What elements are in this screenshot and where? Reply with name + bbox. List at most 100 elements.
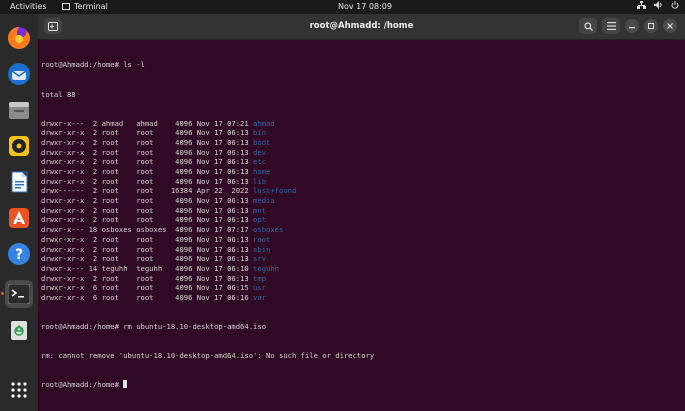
entry-meta: drwxr-x--- 18 osboxes osboxes 4096 Nov 1…: [41, 225, 254, 235]
header-bar: root@Ahmadd: /home: [38, 14, 685, 40]
listing-row: drwxr-xr-x 2 root root 4096 Nov 17 06:13…: [41, 274, 681, 284]
entry-meta: drwxr-xr-x 2 root root 4096 Nov 17 06:13: [41, 167, 254, 177]
entry-name: root: [253, 234, 271, 244]
listing-row: drwxr-x--- 14 teguhh teguhh 4096 Nov 17 …: [41, 264, 681, 274]
firefox-icon: [8, 27, 30, 49]
error-line: rm: cannot remove 'ubuntu-18.10-desktop-…: [41, 351, 375, 361]
entry-meta: drwxr-xr-x 2 root root 4096 Nov 17 06:13: [41, 196, 254, 206]
command: ls -l: [118, 60, 145, 70]
maximize-icon: [648, 23, 654, 29]
dock-rhythmbox[interactable]: [5, 132, 33, 160]
entry-name: lib: [253, 176, 267, 186]
running-indicator: [1, 292, 4, 295]
entry-name: lost+found: [253, 186, 297, 196]
listing-row: drwxr-xr-x 6 root root 4096 Nov 17 06:16…: [41, 293, 681, 303]
software-icon: [9, 208, 29, 228]
entry-name: media: [253, 196, 275, 206]
close-icon: [667, 23, 673, 29]
app-menu[interactable]: Terminal: [62, 2, 108, 11]
prompt: root@Ahmadd:/home#: [41, 380, 119, 390]
listing-row: drwx------ 2 root root 16384 Apr 22 2022…: [41, 186, 681, 196]
entry-name: tmp: [253, 273, 267, 283]
entry-meta: drwxr-xr-x 2 root root 4096 Nov 17 06:13: [41, 157, 254, 167]
help-icon: ?: [8, 243, 30, 265]
listing-row: drwxr-xr-x 6 root root 4096 Nov 17 06:15…: [41, 283, 681, 293]
dock-firefox[interactable]: [5, 24, 33, 52]
entry-meta: drwxr-xr-x 2 root root 4096 Nov 17 06:13: [41, 137, 254, 147]
listing-row: drwxr-xr-x 2 root root 4096 Nov 17 06:13…: [41, 128, 681, 138]
entry-meta: drwxr-xr-x 2 root root 4096 Nov 17 06:13: [41, 254, 254, 264]
listing-row: drwxr-xr-x 2 root root 4096 Nov 17 06:13…: [41, 167, 681, 177]
close-button[interactable]: [663, 19, 677, 33]
prompt: root@Ahmadd:/home#: [41, 60, 119, 70]
thunderbird-icon: [8, 63, 30, 85]
entry-meta: drwxr-x--- 14 teguhh teguhh 4096 Nov 17 …: [41, 263, 254, 273]
app-grid-icon: [11, 382, 27, 398]
dock-writer[interactable]: [5, 168, 33, 196]
trash-icon: [11, 321, 27, 340]
entry-name: mnt: [253, 205, 267, 215]
svg-text:?: ?: [15, 247, 23, 263]
dock-app-grid[interactable]: [5, 376, 33, 404]
entry-meta: drwxr-xr-x 2 root root 4096 Nov 17 06:13: [41, 244, 254, 254]
entry-meta: drwxr-xr-x 2 root root 4096 Nov 17 06:13: [41, 215, 254, 225]
system-status[interactable]: [637, 1, 679, 9]
listing-row: drwxr-xr-x 2 root root 4096 Nov 17 06:13…: [41, 196, 681, 206]
listing-row: drwxr-xr-x 2 root root 4096 Nov 17 06:13…: [41, 215, 681, 225]
terminal-window: root@Ahmadd: /home root@Ahmadd:/home# ls…: [38, 14, 685, 411]
listing-row: drwxr-xr-x 2 root root 4096 Nov 17 06:13…: [41, 177, 681, 187]
entry-meta: drwxr-xr-x 6 root root 4096 Nov 17 06:15: [41, 283, 254, 293]
entry-meta: drwxr-x--- 2 ahmad ahmad 4096 Nov 17 07:…: [41, 118, 254, 128]
app-name: Terminal: [74, 2, 108, 11]
maximize-button[interactable]: [644, 19, 658, 33]
dock-help[interactable]: ?: [5, 240, 33, 268]
minimize-icon: [629, 27, 635, 29]
entry-meta: drwxr-xr-x 2 root root 4096 Nov 17 06:13: [41, 234, 254, 244]
clock[interactable]: Nov 17 08:09: [338, 2, 392, 11]
entry-name: home: [253, 167, 271, 177]
listing-row: drwxr-xr-x 2 root root 4096 Nov 17 06:13…: [41, 148, 681, 158]
entry-meta: drwx------ 2 root root 16384 Apr 22 2022: [41, 186, 254, 196]
entry-name: boot: [253, 137, 271, 147]
entry-name: ahmad: [253, 118, 275, 128]
activities-button[interactable]: Activities: [10, 2, 47, 11]
hamburger-icon: [606, 22, 616, 30]
entry-name: dev: [253, 147, 267, 157]
dock-thunderbird[interactable]: [5, 60, 33, 88]
terminal-line: root@Ahmadd:/home# rm ubuntu-18.10-deskt…: [41, 322, 681, 332]
top-bar: Activities Terminal Nov 17 08:09: [0, 0, 685, 14]
terminal-small-icon: [62, 3, 70, 10]
dock-terminal[interactable]: [5, 280, 33, 308]
entry-name: usr: [253, 283, 267, 293]
entry-name: bin: [253, 128, 267, 138]
volume-icon: [654, 1, 662, 9]
writer-icon: [11, 171, 28, 193]
entry-meta: drwxr-xr-x 2 root root 4096 Nov 17 06:13: [41, 205, 254, 215]
listing-row: drwxr-x--- 2 ahmad ahmad 4096 Nov 17 07:…: [41, 119, 681, 129]
network-icon: [637, 1, 646, 9]
search-button[interactable]: [579, 18, 597, 34]
text-cursor: [123, 380, 128, 389]
minimize-button[interactable]: [625, 19, 639, 33]
entry-name: opt: [253, 215, 267, 225]
rhythmbox-icon: [9, 136, 29, 156]
entry-name: etc: [253, 157, 267, 167]
entry-meta: drwxr-xr-x 2 root root 4096 Nov 17 06:13: [41, 176, 254, 186]
dock-files[interactable]: [5, 96, 33, 124]
terminal-output[interactable]: root@Ahmadd:/home# ls -l total 88 drwxr-…: [41, 41, 681, 409]
entry-meta: drwxr-xr-x 6 root root 4096 Nov 17 06:16: [41, 292, 254, 302]
command: rm ubuntu-18.10-desktop-amd64.iso: [118, 322, 267, 332]
terminal-icon: [8, 284, 30, 304]
files-icon: [9, 102, 29, 119]
entry-name: teguhh: [253, 263, 280, 273]
entry-name: sbin: [253, 244, 271, 254]
dock-software[interactable]: [5, 204, 33, 232]
listing-row: drwxr-xr-x 2 root root 4096 Nov 17 06:13…: [41, 235, 681, 245]
menu-button[interactable]: [602, 18, 620, 34]
entry-name: srv: [253, 254, 267, 264]
dock: ?: [0, 14, 38, 411]
dock-trash[interactable]: [5, 316, 33, 344]
listing-row: drwxr-xr-x 2 root root 4096 Nov 17 06:13…: [41, 138, 681, 148]
entry-name: var: [253, 292, 267, 302]
listing-row: drwxr-xr-x 2 root root 4096 Nov 17 06:13…: [41, 157, 681, 167]
